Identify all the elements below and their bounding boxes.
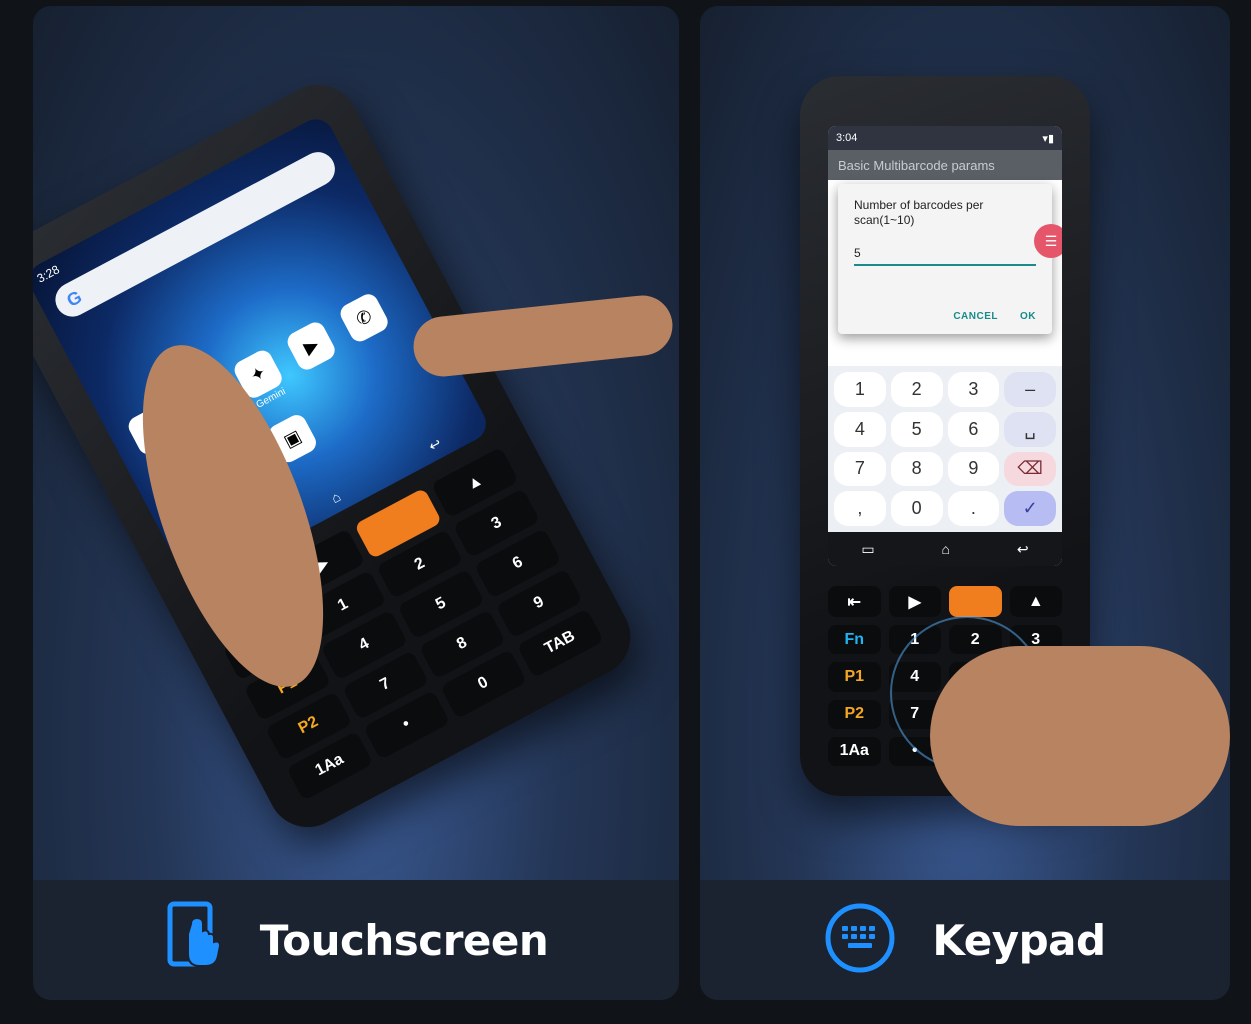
hardware-key[interactable]: ▶ xyxy=(888,586,941,618)
recents-icon[interactable]: ▭ xyxy=(861,541,874,558)
status-bar: 3:04 ▾▮ xyxy=(828,126,1062,150)
numpad-key[interactable]: 8 xyxy=(890,451,943,487)
numpad-key[interactable]: 4 xyxy=(834,411,886,447)
app-title: Basic Multibarcode params xyxy=(828,150,1062,180)
touchscreen-panel: 3:28 G ▦Google▶Meet✦Gemini▶✆✉◉▣ ▭ ⌂ ↩ ⇤▶… xyxy=(33,6,679,1000)
caption-bar: Keypad xyxy=(700,880,1230,1000)
hardware-key[interactable]: Fn xyxy=(828,625,881,655)
keypad-caption: Keypad xyxy=(932,915,1106,965)
numpad-key[interactable]: 3 xyxy=(947,372,1000,407)
device-screen: 3:04 ▾▮ Basic Multibarcode params Number… xyxy=(828,126,1062,566)
android-nav-bar: ▭ ⌂ ↩ xyxy=(828,532,1062,566)
hardware-key[interactable]: P1 xyxy=(828,662,881,692)
back-icon[interactable]: ↩ xyxy=(1017,541,1029,558)
handheld-device-left: 3:28 G ▦Google▶Meet✦Gemini▶✆✉◉▣ ▭ ⌂ ↩ ⇤▶… xyxy=(33,70,645,842)
numpad-key[interactable]: , xyxy=(834,491,886,526)
caption-bar: Touchscreen xyxy=(33,880,679,1000)
numpad-key[interactable]: 2 xyxy=(890,372,943,407)
hardware-key[interactable]: 1Aa xyxy=(828,736,881,766)
keypad-icon xyxy=(824,902,896,979)
scan-icon[interactable]: ☰ xyxy=(1034,224,1062,258)
barcode-count-dialog: Number of barcodes per scan(1~10) 5 CANC… xyxy=(838,184,1062,334)
app-shortcut[interactable]: ▶ xyxy=(284,318,344,385)
numpad-key[interactable]: 1 xyxy=(834,372,886,407)
numpad-key[interactable]: 5 xyxy=(890,411,943,447)
dock-app-icon[interactable]: ✆ xyxy=(337,290,392,345)
numpad-key[interactable]: 0 xyxy=(890,491,943,526)
cancel-button[interactable]: CANCEL xyxy=(953,311,998,322)
touchscreen-photo: 3:28 G ▦Google▶Meet✦Gemini▶✆✉◉▣ ▭ ⌂ ↩ ⇤▶… xyxy=(33,6,679,880)
dialog-title: Number of barcodes per scan(1~10) xyxy=(854,198,984,227)
numpad-key[interactable]: ✓ xyxy=(1004,491,1056,526)
numpad-key[interactable]: . xyxy=(947,491,1000,526)
home-icon[interactable]: ⌂ xyxy=(942,541,950,557)
status-time: 3:04 xyxy=(836,132,858,144)
google-icon: G xyxy=(63,286,85,311)
app-icon: ▶ xyxy=(284,318,339,374)
back-icon[interactable]: ↩ xyxy=(426,435,444,456)
hardware-key[interactable]: ⇤ xyxy=(828,586,881,618)
numpad-key[interactable]: 7 xyxy=(834,451,886,487)
keypad-photo: 3:04 ▾▮ Basic Multibarcode params Number… xyxy=(700,6,1230,880)
soft-numpad: 1 2 3– 4 5 6 ␣ 7 8 9 ⌫, 0. ✓ xyxy=(828,366,1062,532)
keypad-panel: 3:04 ▾▮ Basic Multibarcode params Number… xyxy=(700,6,1230,1000)
numpad-key[interactable]: ␣ xyxy=(1004,411,1056,447)
hardware-key[interactable]: ▲ xyxy=(1009,586,1062,618)
home-icon[interactable]: ⌂ xyxy=(328,488,343,507)
numpad-key[interactable]: 6 xyxy=(947,411,1000,447)
hardware-key[interactable]: P2 xyxy=(828,699,881,729)
hardware-key[interactable] xyxy=(949,586,1002,618)
ok-button[interactable]: OK xyxy=(1020,311,1036,322)
numpad-key[interactable]: ⌫ xyxy=(1004,451,1056,487)
status-time: 3:28 xyxy=(34,262,62,286)
touchscreen-caption: Touchscreen xyxy=(259,915,549,965)
barcode-count-input[interactable]: 5 xyxy=(854,246,1036,266)
numpad-key[interactable]: – xyxy=(1004,372,1056,407)
thumb-hand xyxy=(930,646,1230,826)
touchscreen-hand-icon xyxy=(164,900,224,981)
numpad-key[interactable]: 9 xyxy=(947,451,1000,487)
wifi-battery-icon: ▾▮ xyxy=(1042,132,1054,145)
